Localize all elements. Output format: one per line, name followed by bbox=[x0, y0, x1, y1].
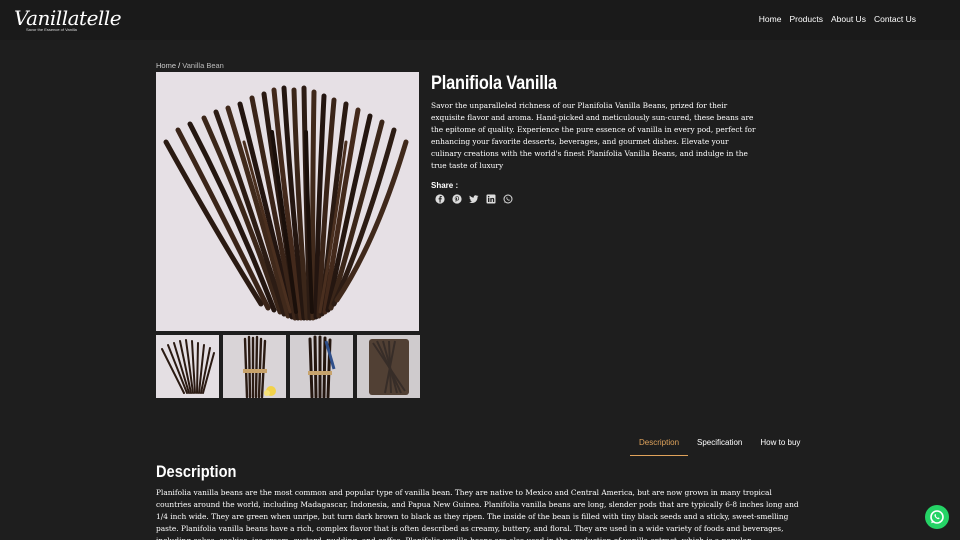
breadcrumb: Home / Vanilla Bean bbox=[156, 61, 224, 70]
whatsapp-share-icon[interactable] bbox=[502, 193, 513, 204]
brand-name: Vanillatelle bbox=[14, 6, 122, 30]
nav-products[interactable]: Products bbox=[789, 14, 823, 24]
facebook-icon[interactable] bbox=[434, 193, 445, 204]
tab-how-to-buy[interactable]: How to buy bbox=[751, 438, 809, 456]
product-thumbnails bbox=[156, 335, 420, 398]
main-nav: Home Products About Us Contact Us bbox=[759, 14, 916, 24]
product-tabs: Description Specification How to buy bbox=[630, 438, 809, 456]
thumbnail-1[interactable] bbox=[156, 335, 219, 398]
whatsapp-chat-button[interactable] bbox=[925, 505, 949, 529]
product-title: Planifiola Vanilla bbox=[431, 73, 557, 94]
thumbnail-2[interactable] bbox=[223, 335, 286, 398]
whatsapp-icon bbox=[930, 510, 944, 524]
tab-specification[interactable]: Specification bbox=[688, 438, 751, 456]
product-short-description: Savor the unparalleled richness of our P… bbox=[431, 101, 756, 170]
tab-description[interactable]: Description bbox=[630, 438, 689, 456]
pinterest-icon[interactable] bbox=[451, 193, 462, 204]
breadcrumb-separator: / bbox=[178, 61, 181, 70]
share-icons bbox=[434, 193, 513, 204]
thumbnail-4[interactable] bbox=[357, 335, 420, 398]
description-body: Planifolia vanilla beans are the most co… bbox=[156, 488, 799, 540]
twitter-icon[interactable] bbox=[468, 193, 479, 204]
share-label: Share : bbox=[431, 181, 459, 190]
product-main-image[interactable] bbox=[156, 72, 419, 331]
nav-home[interactable]: Home bbox=[759, 14, 782, 24]
nav-contact-us[interactable]: Contact Us bbox=[874, 14, 916, 24]
brand-logo[interactable]: Vanillatelle Savor the Essence of Vanill… bbox=[14, 6, 122, 34]
breadcrumb-home[interactable]: Home bbox=[156, 61, 176, 70]
breadcrumb-current: Vanilla Bean bbox=[182, 61, 224, 70]
nav-about-us[interactable]: About Us bbox=[831, 14, 866, 24]
thumbnail-3[interactable] bbox=[290, 335, 353, 398]
description-heading: Description bbox=[156, 462, 237, 481]
linkedin-icon[interactable] bbox=[485, 193, 496, 204]
top-navbar: Vanillatelle Savor the Essence of Vanill… bbox=[0, 0, 960, 40]
